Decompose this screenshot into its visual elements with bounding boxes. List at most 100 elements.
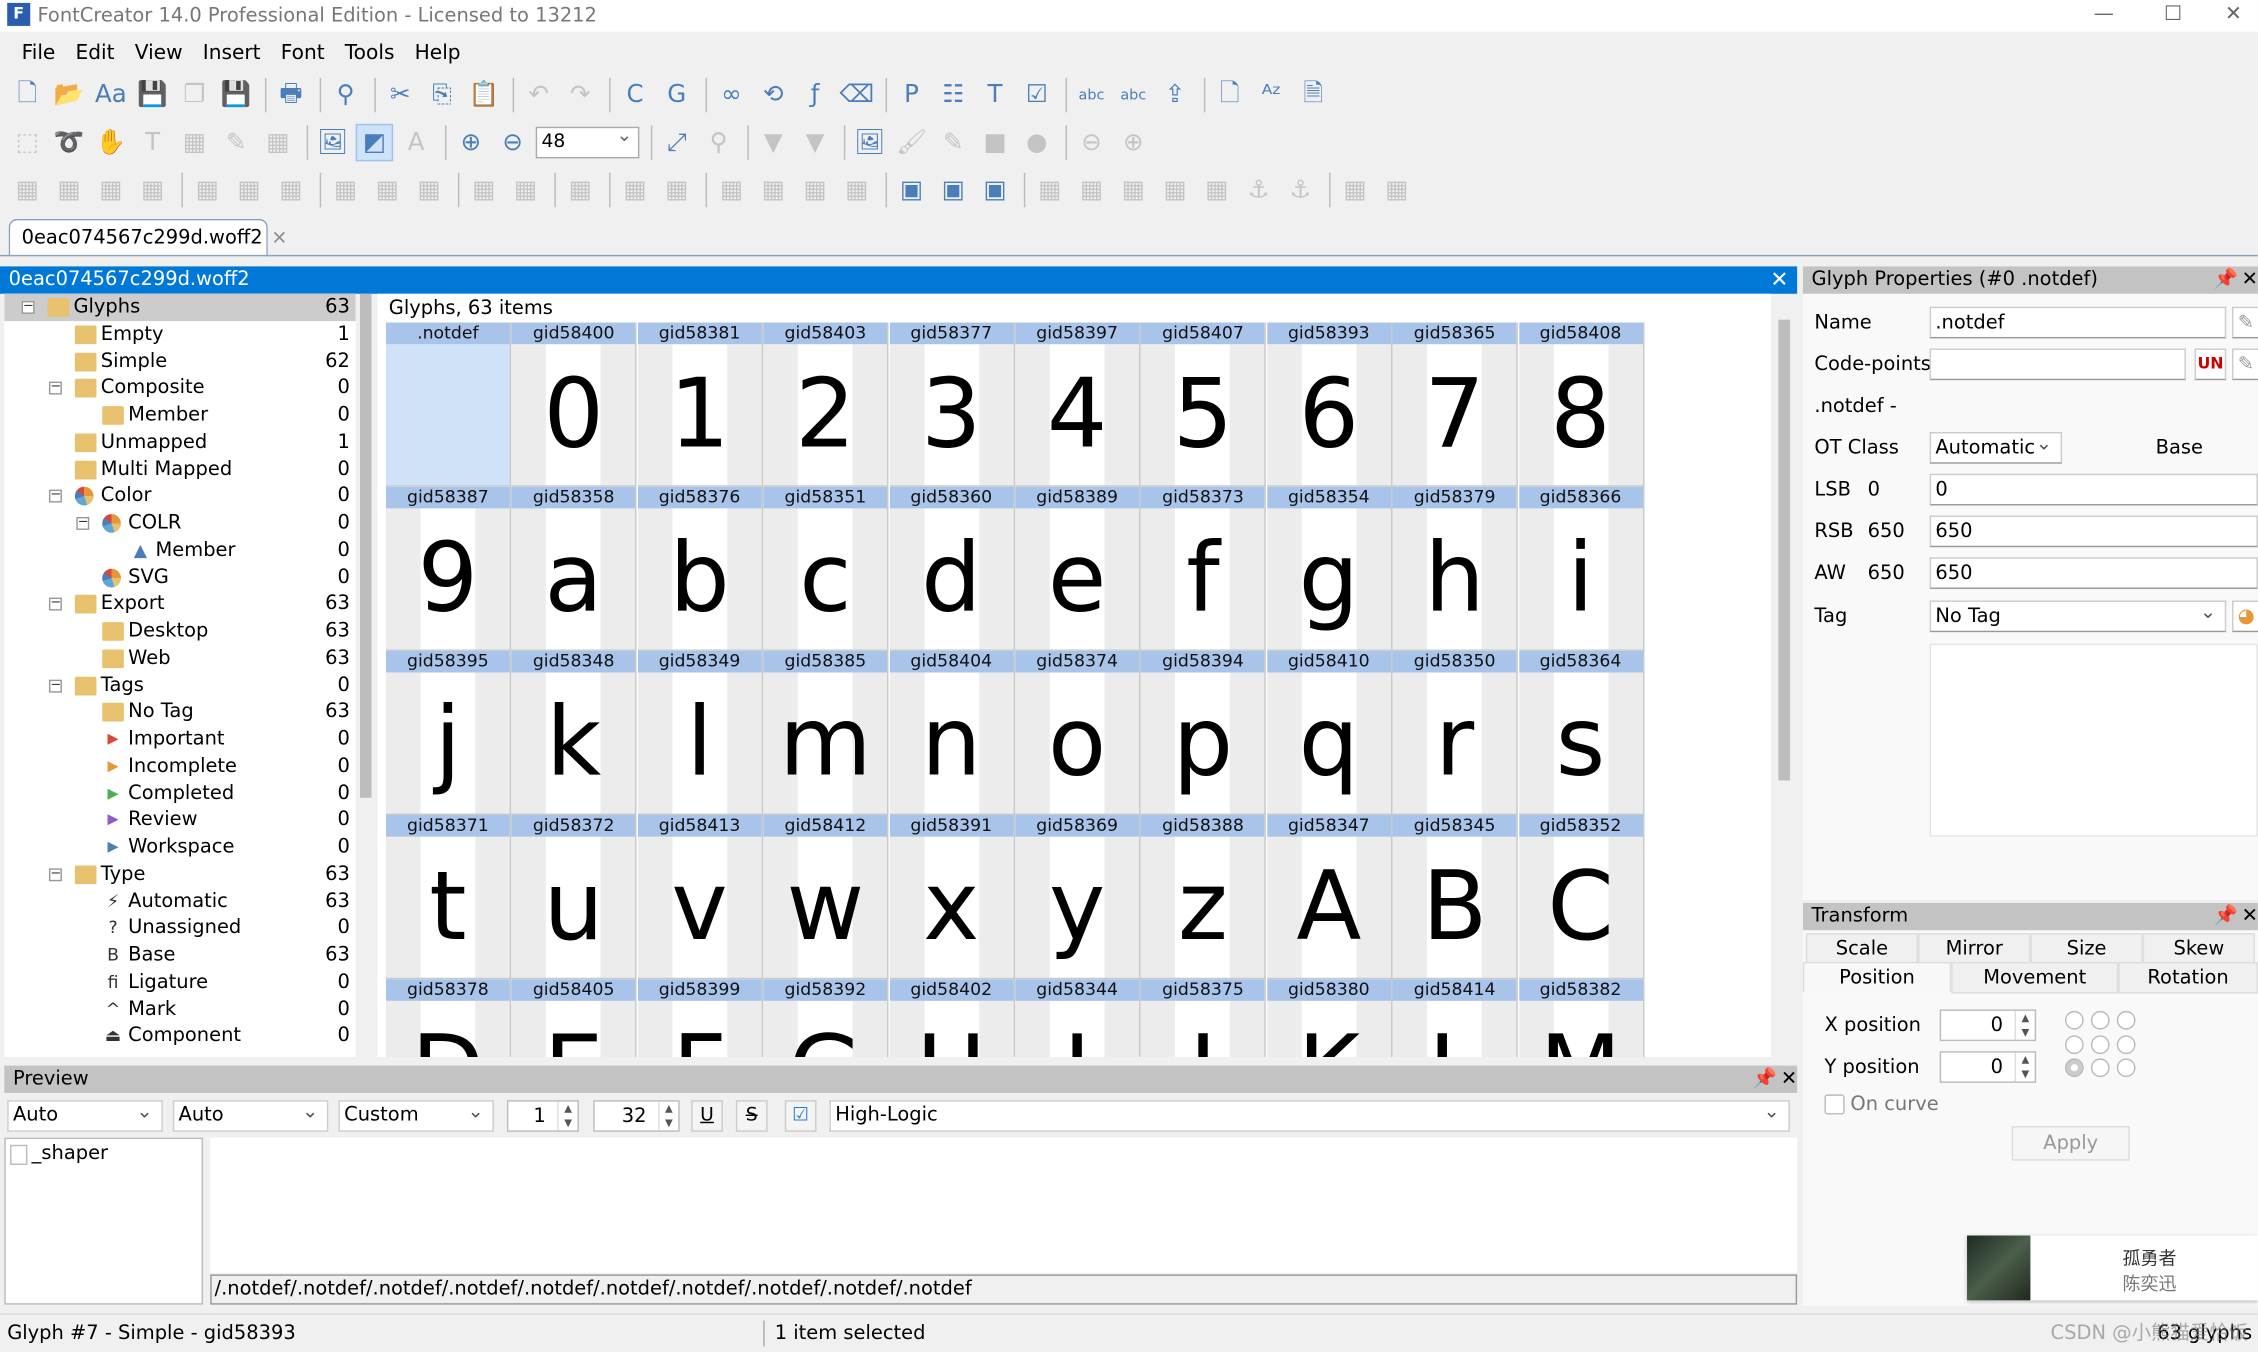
glyph-cell[interactable]: gid58377 3: [889, 322, 1015, 487]
apply-button[interactable]: Apply: [2011, 1126, 2130, 1161]
preview-text-input[interactable]: /.notdef/.notdef/.notdef/.notdef/.notdef…: [210, 1274, 1798, 1305]
formula-icon[interactable]: ƒ: [796, 76, 833, 113]
group3-icon[interactable]: ▦: [92, 171, 129, 208]
glyph-cell[interactable]: gid58395 j: [385, 650, 512, 816]
glyph-cell[interactable]: gid58404 n: [889, 650, 1015, 816]
glyph-cell[interactable]: gid58379 h: [1392, 486, 1519, 651]
background-image-icon[interactable]: 🖼: [314, 124, 351, 161]
align-bottom-icon[interactable]: ▦: [410, 171, 447, 208]
anchor-icon[interactable]: ⚓: [1240, 171, 1277, 208]
mirror-icon[interactable]: ▦: [658, 171, 695, 208]
notes-textarea[interactable]: [1929, 643, 2258, 837]
glyph-ref-icon[interactable]: ▦: [562, 171, 599, 208]
tree-item-base[interactable]: B Base 63: [4, 942, 355, 969]
glyph-cell[interactable]: gid58402H: [889, 979, 1015, 1057]
font-style-icon[interactable]: A: [397, 124, 434, 161]
glyph-cell[interactable]: gid58405E: [511, 979, 638, 1057]
pencil-icon[interactable]: ✎: [935, 124, 972, 161]
tree-item-completed[interactable]: ▶ Completed 0: [4, 780, 355, 807]
glyph-cell[interactable]: gid58397 4: [1015, 322, 1141, 487]
rsb-input[interactable]: 650: [1929, 515, 2258, 548]
tree-item-glyphs[interactable]: − Glyphs 63: [4, 293, 356, 322]
tab-rotation[interactable]: Rotation: [2118, 961, 2258, 994]
tree-item-unmapped[interactable]: Unmapped 1: [4, 429, 355, 456]
tree-item-color[interactable]: − Color 0: [4, 483, 355, 510]
exclude-icon[interactable]: ▣: [976, 171, 1013, 208]
origin-radio-top-center[interactable]: [2090, 1010, 2110, 1030]
save-icon[interactable]: 💾: [134, 76, 171, 113]
glyph-cell[interactable]: gid58366 i: [1518, 486, 1644, 651]
insert-codepoint-icon[interactable]: C: [616, 76, 653, 113]
line-spinner[interactable]: 1 ▲ ▼: [506, 1100, 579, 1132]
fit-icon[interactable]: ⤢: [658, 124, 695, 161]
edit-table-icon[interactable]: ☷: [935, 76, 972, 113]
install-font-icon[interactable]: ⇪: [1156, 76, 1193, 113]
origin-radio-top-left[interactable]: [2064, 1010, 2084, 1030]
tree-item-desktop[interactable]: Desktop 63: [4, 618, 355, 645]
align-left-icon[interactable]: ▦: [189, 171, 226, 208]
glyph-cell[interactable]: gid58385 m: [763, 650, 889, 816]
size-spinner[interactable]: 32 ▲ ▼: [593, 1100, 680, 1132]
hand-icon[interactable]: ✋: [92, 124, 129, 161]
new-page-icon[interactable]: 🗋: [1211, 76, 1248, 113]
tab-size[interactable]: Size: [2030, 933, 2143, 965]
origin-radio-middle-right[interactable]: [2116, 1034, 2136, 1054]
grid-icon[interactable]: ▦: [1031, 171, 1068, 208]
grid-scrollbar[interactable]: [1778, 319, 1790, 781]
glyph-cell[interactable]: gid58410 q: [1266, 650, 1393, 816]
tree-item-unassigned[interactable]: ? Unassigned 0: [4, 915, 355, 942]
glyph-cell[interactable]: gid58376 b: [637, 486, 763, 651]
glyph-cell[interactable]: .notdef: [385, 322, 512, 487]
pin-icon[interactable]: 📌: [1753, 1066, 1777, 1093]
collapse-toggle-icon[interactable]: −: [48, 678, 62, 692]
web-check-icon[interactable]: abc: [1115, 76, 1152, 113]
tab-mirror[interactable]: Mirror: [1918, 933, 2031, 965]
print-icon[interactable]: 🖶: [272, 76, 309, 113]
glyph-cell[interactable]: gid58351 c: [763, 486, 889, 651]
forward-icon[interactable]: ⊕: [1115, 124, 1152, 161]
save-as-icon[interactable]: 💾: [217, 76, 254, 113]
menu-font[interactable]: Font: [271, 37, 335, 69]
x-position-spinner[interactable]: 0 ▲ ▼: [1939, 1009, 2037, 1042]
tree-item-component[interactable]: ⏏ Component 0: [4, 1023, 355, 1050]
tab-skew[interactable]: Skew: [2142, 933, 2256, 965]
select-rect-icon[interactable]: ⬚: [9, 124, 46, 161]
tree-item-no-tag[interactable]: No Tag 63: [4, 699, 355, 726]
tree-scrollbar[interactable]: [360, 293, 372, 798]
menu-file[interactable]: File: [12, 37, 66, 69]
group2-icon[interactable]: ▦: [50, 171, 87, 208]
minimize-button[interactable]: —: [2071, 0, 2137, 32]
glyph-cell[interactable]: gid58392G: [763, 979, 889, 1057]
columns-lock-icon[interactable]: ▦: [1198, 171, 1235, 208]
align-middle-icon[interactable]: ▦: [369, 171, 406, 208]
glyph-cell[interactable]: gid58403 2: [763, 322, 889, 487]
glyph-cell[interactable]: gid58388 z: [1141, 815, 1267, 980]
tree-item-empty[interactable]: Empty 1: [4, 321, 355, 348]
tab-position[interactable]: Position: [1802, 961, 1952, 993]
document-tab[interactable]: 0eac074567c299d.woff2 ×: [8, 218, 288, 257]
language-select[interactable]: Auto: [172, 1100, 329, 1132]
undo-icon[interactable]: ↶: [520, 76, 557, 113]
glyph-cell[interactable]: gid58391 x: [889, 815, 1015, 980]
zoom-in-icon[interactable]: ⊕: [452, 124, 489, 161]
glyph-cell[interactable]: gid58400 0: [511, 322, 638, 487]
export-icon[interactable]: 🗎: [1295, 76, 1332, 113]
rotate-left-icon[interactable]: ▦: [796, 171, 833, 208]
strikethrough-button[interactable]: S: [735, 1100, 768, 1132]
open-sample-icon[interactable]: Aa: [92, 76, 129, 113]
node-icon[interactable]: ▦: [1336, 171, 1373, 208]
tab-scale[interactable]: Scale: [1805, 933, 1919, 965]
menu-edit[interactable]: Edit: [65, 37, 124, 69]
glyph-cell[interactable]: gid58350 r: [1392, 650, 1519, 816]
codepoints-input[interactable]: [1929, 348, 2186, 381]
close-tab-icon[interactable]: ×: [271, 226, 287, 249]
glyph-cell[interactable]: gid58345 B: [1392, 815, 1519, 980]
glyph-cell[interactable]: gid58389 e: [1015, 486, 1141, 651]
measure-icon[interactable]: ▦: [176, 124, 213, 161]
tree-item-composite[interactable]: − Composite 0: [4, 375, 355, 402]
tree-item-incomplete[interactable]: ▶ Incomplete 0: [4, 753, 355, 780]
tree-item-web[interactable]: Web 63: [4, 645, 355, 672]
spinner-arrows-icon[interactable]: ▲ ▼: [2014, 1010, 2035, 1040]
tree-item-tags[interactable]: − Tags 0: [4, 672, 355, 699]
underline-button[interactable]: U: [691, 1100, 723, 1132]
